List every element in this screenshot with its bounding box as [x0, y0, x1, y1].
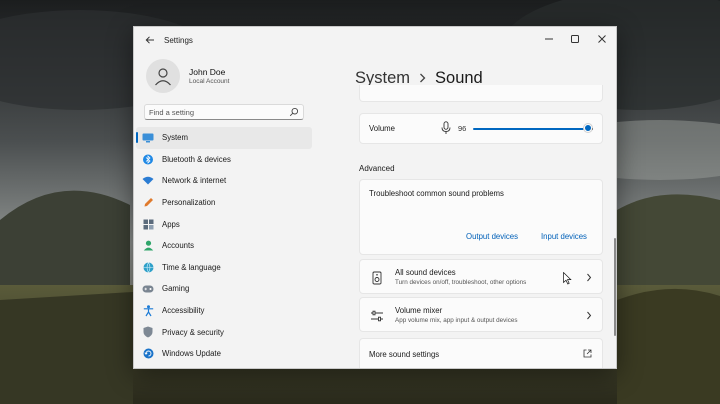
sidebar-item-label: Gaming: [162, 284, 190, 294]
volume-slider-fill: [473, 128, 585, 130]
sidebar-item-label: Personalization: [162, 198, 216, 208]
sidebar-item-system[interactable]: System: [136, 127, 312, 149]
sidebar-item-label: Apps: [162, 219, 180, 229]
avatar[interactable]: [146, 59, 180, 93]
sidebar-item-accounts[interactable]: Accounts: [134, 235, 314, 257]
volume-mixer-subtitle: App volume mix, app input & output devic…: [395, 317, 518, 324]
monitor-icon: [142, 132, 154, 144]
user-icon: [155, 68, 171, 86]
app-title: Settings: [164, 36, 193, 45]
all-sound-devices-subtitle: Turn devices on/off, troubleshoot, other…: [395, 279, 527, 286]
sidebar-item-windows-update[interactable]: Windows Update: [134, 343, 314, 365]
sidebar-item-network[interactable]: Network & internet: [134, 170, 314, 192]
scrollbar[interactable]: [614, 238, 616, 336]
sidebar-item-label: Privacy & security: [162, 327, 224, 337]
gamepad-icon: [142, 283, 154, 295]
troubleshoot-card: Troubleshoot common sound problems Outpu…: [359, 179, 603, 255]
search-box[interactable]: [144, 104, 304, 120]
settings-window: Settings John Doe Local Account Syste: [133, 26, 617, 369]
back-button[interactable]: [142, 33, 158, 49]
close-icon: [598, 35, 606, 43]
troubleshoot-title: Troubleshoot common sound problems: [369, 189, 504, 198]
chevron-right-icon: [587, 273, 592, 282]
chevron-right-icon: [419, 72, 426, 86]
globe-icon: [142, 261, 154, 273]
maximize-icon: [571, 35, 579, 43]
external-link-icon: [583, 349, 592, 358]
user-name: John Doe: [189, 67, 226, 77]
microphone-icon[interactable]: [440, 121, 452, 135]
volume-slider-thumb[interactable]: [584, 124, 593, 132]
minimize-button[interactable]: [536, 30, 562, 48]
pencil-icon: [142, 197, 154, 209]
sidebar-item-apps[interactable]: Apps: [134, 213, 314, 235]
all-sound-devices-title: All sound devices: [395, 268, 456, 277]
sidebar-nav: System Bluetooth & devices Network & int…: [134, 127, 314, 365]
volume-value: 96: [458, 124, 467, 133]
mixer-icon: [371, 310, 383, 322]
volume-slider-track: [592, 128, 593, 130]
title-bar: Settings: [134, 27, 616, 55]
accessibility-icon: [142, 304, 154, 317]
volume-mixer-title: Volume mixer: [395, 306, 443, 315]
output-devices-link[interactable]: Output devices: [466, 232, 518, 241]
chevron-right-icon: [587, 311, 592, 320]
maximize-button[interactable]: [562, 30, 588, 48]
output-device-card: [359, 85, 603, 102]
search-input[interactable]: [149, 107, 279, 117]
volume-mixer-row[interactable]: Volume mixer App volume mix, app input &…: [359, 297, 603, 332]
sidebar-item-privacy-security[interactable]: Privacy & security: [134, 321, 314, 343]
volume-card: Volume 96: [359, 113, 603, 144]
sidebar-item-label: Bluetooth & devices: [162, 154, 231, 164]
sidebar-item-label: Accounts: [162, 241, 195, 251]
update-icon: [142, 348, 154, 360]
more-sound-settings-label: More sound settings: [369, 350, 440, 359]
input-devices-link[interactable]: Input devices: [541, 232, 587, 241]
sidebar-item-time-language[interactable]: Time & language: [134, 257, 314, 279]
sidebar-item-accessibility[interactable]: Accessibility: [134, 300, 314, 322]
account-type: Local Account: [189, 78, 230, 85]
mouse-cursor-icon: [563, 272, 572, 285]
sidebar-item-label: Time & language: [162, 262, 221, 272]
advanced-heading: Advanced: [359, 164, 395, 173]
minimize-icon: [545, 38, 553, 40]
sidebar-item-gaming[interactable]: Gaming: [134, 278, 314, 300]
arrow-left-icon: [145, 36, 154, 44]
close-button[interactable]: [589, 30, 615, 48]
wifi-icon: [142, 175, 154, 187]
volume-label: Volume: [369, 124, 396, 133]
sidebar-item-bluetooth[interactable]: Bluetooth & devices: [134, 149, 314, 171]
apps-icon: [142, 218, 154, 230]
sidebar-item-label: Accessibility: [162, 306, 205, 316]
bluetooth-icon: [142, 153, 154, 165]
sidebar-item-label: Windows Update: [162, 349, 221, 359]
more-sound-settings-row[interactable]: More sound settings: [359, 338, 603, 368]
person-icon: [142, 240, 154, 252]
speaker-device-icon: [372, 271, 382, 285]
search-icon[interactable]: [289, 107, 299, 117]
shield-icon: [142, 326, 154, 338]
sidebar-item-personalization[interactable]: Personalization: [134, 192, 314, 214]
sidebar-item-label: Network & internet: [162, 176, 227, 186]
sidebar-item-label: System: [162, 133, 188, 143]
